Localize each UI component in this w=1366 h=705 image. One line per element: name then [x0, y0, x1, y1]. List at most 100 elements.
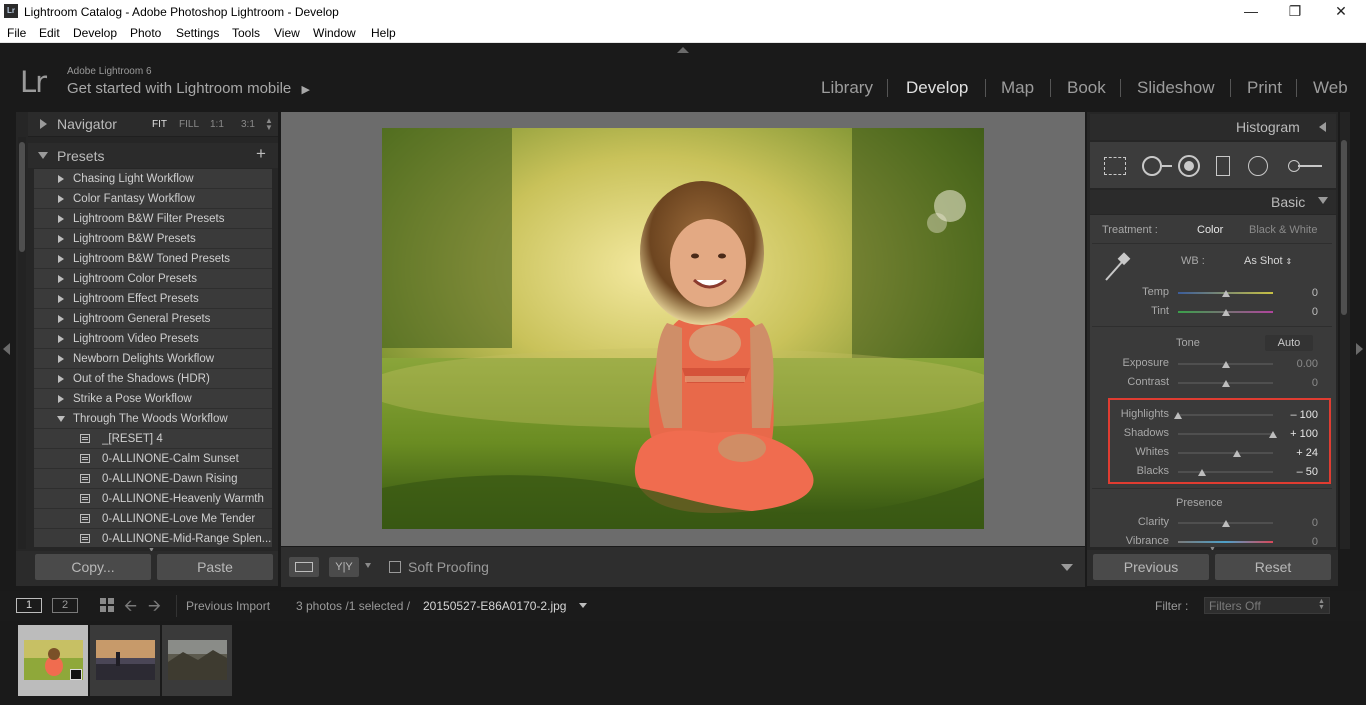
collapse-top-icon[interactable] — [677, 47, 689, 53]
menu-develop[interactable]: Develop — [73, 26, 117, 40]
soft-proofing-checkbox[interactable] — [389, 561, 401, 573]
navigator-header[interactable]: Navigator FIT FILL 1:1 3:1 ▲ ▼ — [28, 112, 278, 137]
menu-window[interactable]: Window — [313, 26, 356, 40]
preset-item[interactable]: 0-ALLINONE-Love Me Tender — [34, 509, 272, 529]
histogram-header[interactable]: Histogram — [1090, 114, 1336, 140]
zoom-3-1[interactable]: 3:1 — [241, 119, 255, 130]
menu-tools[interactable]: Tools — [232, 26, 260, 40]
contrast-slider-thumb[interactable] — [1221, 380, 1230, 387]
module-library[interactable]: Library — [821, 78, 873, 98]
right-scrollbar[interactable] — [1341, 140, 1347, 315]
source-label[interactable]: Previous Import — [186, 599, 270, 613]
auto-tone-button[interactable]: Auto — [1265, 335, 1313, 351]
preset-folder[interactable]: Newborn Delights Workflow — [34, 349, 272, 369]
menu-view[interactable]: View — [274, 26, 300, 40]
blacks-slider[interactable] — [1178, 471, 1273, 473]
graduated-filter-icon[interactable] — [1216, 156, 1230, 176]
preset-item[interactable]: 0-ALLINONE-Heavenly Warmth — [34, 489, 272, 509]
before-after-button[interactable]: Y|Y — [329, 557, 359, 577]
zoom-stepper-icon[interactable]: ▲ ▼ — [265, 117, 273, 132]
module-develop[interactable]: Develop — [906, 78, 968, 98]
whites-slider-thumb[interactable] — [1232, 450, 1241, 457]
shadows-slider-thumb[interactable] — [1269, 431, 1277, 438]
contrast-value[interactable]: 0 — [1278, 377, 1318, 389]
primary-window-button[interactable]: 1 — [16, 598, 42, 613]
secondary-window-button[interactable]: 2 — [52, 598, 78, 613]
menu-edit[interactable]: Edit — [39, 26, 60, 40]
selected-filename[interactable]: 20150527-E86A0170-2.jpg — [423, 599, 566, 613]
preset-folder[interactable]: Color Fantasy Workflow — [34, 189, 272, 209]
exposure-value[interactable]: 0.00 — [1278, 358, 1318, 370]
blacks-slider-thumb[interactable] — [1197, 469, 1206, 476]
treatment-color[interactable]: Color — [1197, 224, 1223, 236]
highlights-value[interactable]: – 100 — [1278, 409, 1318, 421]
preset-folder[interactable]: Out of the Shadows (HDR) — [34, 369, 272, 389]
forward-arrow-icon[interactable]: 🡪 — [148, 595, 161, 622]
collapse-right-icon[interactable] — [1356, 343, 1363, 355]
filename-dropdown-icon[interactable] — [579, 603, 587, 608]
reset-button[interactable]: Reset — [1215, 554, 1331, 580]
treatment-bw[interactable]: Black & White — [1249, 224, 1317, 236]
preset-folder[interactable]: Lightroom Effect Presets — [34, 289, 272, 309]
photo-preview[interactable] — [382, 128, 984, 529]
crop-icon[interactable] — [1104, 157, 1126, 175]
clarity-value[interactable]: 0 — [1278, 517, 1318, 529]
filmstrip-thumbnail[interactable] — [162, 625, 232, 696]
left-scrollbar[interactable] — [19, 142, 25, 252]
temp-value[interactable]: 0 — [1278, 287, 1318, 299]
add-preset-icon[interactable]: + — [256, 144, 266, 164]
preset-folder-expanded[interactable]: Through The Woods Workflow — [34, 409, 272, 429]
preset-folder[interactable]: Chasing Light Workflow — [34, 169, 272, 189]
collapse-left-icon[interactable] — [3, 343, 10, 355]
compare-dropdown-icon[interactable] — [365, 563, 371, 568]
basic-header[interactable]: Basic — [1090, 190, 1336, 214]
tint-slider-thumb[interactable] — [1221, 309, 1230, 316]
module-book[interactable]: Book — [1067, 78, 1106, 98]
filter-dropdown[interactable]: Filters Off ▲ ▼ — [1204, 597, 1330, 614]
back-arrow-icon[interactable]: 🡨 — [124, 595, 137, 622]
whites-slider[interactable] — [1178, 452, 1273, 454]
red-eye-icon[interactable] — [1178, 155, 1200, 177]
minimize-icon[interactable]: — — [1236, 3, 1266, 19]
preset-folder[interactable]: Lightroom Color Presets — [34, 269, 272, 289]
preset-folder[interactable]: Lightroom General Presets — [34, 309, 272, 329]
radial-filter-icon[interactable] — [1248, 156, 1268, 176]
preset-item[interactable]: 0-ALLINONE-Mid-Range Splen... — [34, 529, 272, 547]
paste-button[interactable]: Paste — [157, 554, 273, 580]
preset-item[interactable]: 0-ALLINONE-Dawn Rising — [34, 469, 272, 489]
whites-value[interactable]: + 24 — [1278, 447, 1318, 459]
blacks-value[interactable]: – 50 — [1278, 466, 1318, 478]
zoom-fill[interactable]: FILL — [179, 119, 199, 130]
preset-folder[interactable]: Lightroom B&W Toned Presets — [34, 249, 272, 269]
highlights-slider[interactable] — [1178, 414, 1273, 416]
white-balance-selector-icon[interactable] — [1102, 252, 1134, 282]
preset-folder[interactable]: Lightroom B&W Presets — [34, 229, 272, 249]
spot-removal-icon[interactable] — [1142, 156, 1162, 176]
vibrance-slider[interactable] — [1178, 541, 1273, 543]
wb-dropdown[interactable]: As Shot ⇕ — [1244, 255, 1292, 267]
highlights-slider-thumb[interactable] — [1174, 412, 1182, 419]
filmstrip-thumbnail[interactable] — [90, 625, 160, 696]
preset-folder[interactable]: Lightroom Video Presets — [34, 329, 272, 349]
zoom-1-1[interactable]: 1:1 — [210, 119, 224, 130]
preset-item[interactable]: 0-ALLINONE-Calm Sunset — [34, 449, 272, 469]
module-web[interactable]: Web — [1313, 78, 1348, 98]
toolbar-menu-icon[interactable] — [1061, 564, 1073, 571]
restore-icon[interactable]: ❐ — [1280, 3, 1310, 20]
mobile-prompt[interactable]: Get started with Lightroom mobile ▶ — [67, 80, 310, 97]
shadows-slider[interactable] — [1178, 433, 1273, 435]
menu-settings[interactable]: Settings — [176, 26, 219, 40]
shadows-value[interactable]: + 100 — [1278, 428, 1318, 440]
module-map[interactable]: Map — [1001, 78, 1034, 98]
menu-photo[interactable]: Photo — [130, 26, 161, 40]
copy-button[interactable]: Copy... — [35, 554, 151, 580]
preset-item[interactable]: _[RESET] 4 — [34, 429, 272, 449]
exposure-slider-thumb[interactable] — [1221, 361, 1230, 368]
close-icon[interactable]: ✕ — [1326, 3, 1356, 20]
filmstrip-thumbnail-selected[interactable] — [18, 625, 88, 696]
menu-file[interactable]: File — [7, 26, 26, 40]
preset-folder[interactable]: Lightroom B&W Filter Presets — [34, 209, 272, 229]
menu-help[interactable]: Help — [371, 26, 396, 40]
temp-slider-thumb[interactable] — [1221, 290, 1230, 297]
zoom-fit[interactable]: FIT — [152, 119, 167, 130]
